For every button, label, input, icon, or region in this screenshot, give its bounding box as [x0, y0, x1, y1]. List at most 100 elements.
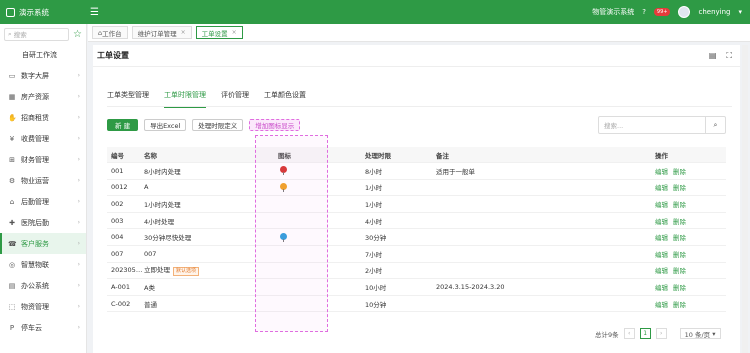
- cell-actions: 编辑 删除: [655, 199, 726, 209]
- sidebar-item[interactable]: P 停车云 ›: [0, 317, 86, 338]
- sidebar-item[interactable]: ☎ 客户服务 ›: [0, 233, 86, 254]
- edit-link[interactable]: 编辑: [655, 168, 668, 176]
- close-icon[interactable]: ×: [181, 29, 186, 36]
- table-row[interactable]: 002 1小时内处理 1小时 编辑 删除: [107, 196, 726, 213]
- cell-icon: [278, 182, 365, 192]
- page-tab[interactable]: ⌂ 工作台: [92, 26, 128, 39]
- export-excel-button[interactable]: 导出Excel: [144, 119, 187, 131]
- add-icon-display-button[interactable]: 增加图标显示: [249, 119, 301, 131]
- sub-tab[interactable]: 工单颜色设置: [264, 90, 306, 104]
- favorite-star-icon[interactable]: ☆: [73, 29, 82, 40]
- edit-link[interactable]: 编辑: [655, 234, 668, 242]
- sidebar-item[interactable]: ▦ 房产资源 ›: [0, 86, 86, 107]
- edit-link[interactable]: 编辑: [655, 184, 668, 192]
- fullscreen-icon[interactable]: ⛶: [726, 51, 732, 61]
- sidebar-item[interactable]: 自研工作流: [0, 44, 86, 65]
- edit-link[interactable]: 编辑: [655, 201, 668, 209]
- table-row[interactable]: 202305… 立即处理 默认选项 2小时 编辑 删除: [107, 263, 726, 280]
- chevron-right-icon: ›: [77, 114, 80, 121]
- page-1-button[interactable]: 1: [639, 328, 651, 339]
- close-icon[interactable]: ×: [232, 29, 237, 36]
- table-row[interactable]: 001 8小时内处理 8小时 适用于一般单 编辑 删除: [107, 163, 726, 180]
- sub-tab[interactable]: 评价管理: [221, 90, 249, 104]
- sidebar-item-label: 招商租赁: [21, 113, 49, 122]
- chevron-right-icon: ›: [77, 198, 80, 205]
- sidebar-item[interactable]: ⊞ 财务管理 ›: [0, 149, 86, 170]
- prev-page-button[interactable]: ‹: [623, 328, 635, 339]
- sidebar-item[interactable]: ⚙ 物业运营 ›: [0, 170, 86, 191]
- table-row[interactable]: 0012 A 1小时 编辑 删除: [107, 180, 726, 197]
- sub-tab[interactable]: 工单时限管理: [164, 90, 206, 108]
- edit-link[interactable]: 编辑: [655, 218, 668, 226]
- table-search-input[interactable]: 搜索...: [599, 120, 705, 130]
- search-icon[interactable]: ⌕: [705, 117, 725, 133]
- edit-link[interactable]: 编辑: [655, 284, 668, 292]
- menu-toggle-icon[interactable]: ☰: [90, 7, 99, 18]
- table-row[interactable]: 003 4小时处理 4小时 编辑 删除: [107, 213, 726, 230]
- avatar[interactable]: [678, 6, 691, 18]
- sidebar-item[interactable]: ▭ 数字大屏 ›: [0, 65, 86, 86]
- edit-link[interactable]: 编辑: [655, 251, 668, 259]
- page-tab[interactable]: 维护订单管理 ×: [131, 26, 192, 39]
- page-tab[interactable]: 工单设置 ×: [195, 26, 243, 39]
- sidebar-item[interactable]: ⬚ 物资管理 ›: [0, 296, 86, 317]
- delete-link[interactable]: 删除: [673, 168, 686, 176]
- cell-icon: [278, 166, 365, 176]
- main-panel: 工单设置 ▤ ⛶ 工单类型管理 工单时限管理 评价管理 工单颜色设置 新 建 导出Ex…: [93, 45, 740, 353]
- delete-link[interactable]: 删除: [673, 267, 686, 275]
- cell-name: 007: [144, 250, 278, 258]
- edit-link[interactable]: 编辑: [655, 267, 668, 275]
- chevron-right-icon: ›: [77, 135, 80, 142]
- delete-link[interactable]: 删除: [673, 201, 686, 209]
- sub-tab[interactable]: 工单类型管理: [107, 90, 149, 104]
- cell-code: 0012: [111, 183, 128, 192]
- sidebar-search-input[interactable]: ⌕ 搜索: [4, 27, 70, 41]
- sidebar-item[interactable]: ◎ 智慧物联 ›: [0, 254, 86, 275]
- help-icon[interactable]: ?: [642, 8, 646, 16]
- delete-link[interactable]: 删除: [673, 218, 686, 226]
- chevron-down-icon[interactable]: ▾: [738, 8, 742, 16]
- cell-limit: 4小时: [365, 217, 383, 226]
- cell-actions: 编辑 删除: [655, 282, 726, 292]
- divider: [107, 106, 732, 107]
- next-page-button[interactable]: ›: [655, 328, 667, 339]
- sidebar-item[interactable]: ▤ 办公系统 ›: [0, 275, 86, 296]
- sidebar-item-label: 数字大屏: [21, 71, 49, 80]
- table-row[interactable]: 007 007 7小时 编辑 删除: [107, 246, 726, 263]
- scrollbar[interactable]: [742, 45, 748, 353]
- page-size-select[interactable]: 10 条/页 ▾: [679, 328, 721, 339]
- delete-link[interactable]: 删除: [673, 234, 686, 242]
- user-name[interactable]: chenying: [698, 8, 730, 16]
- cell-name-text: A: [144, 183, 149, 192]
- sidebar-item[interactable]: ¥ 收费管理 ›: [0, 128, 86, 149]
- cell-actions: 编辑 删除: [655, 216, 726, 226]
- sidebar-item[interactable]: ⌂ 后勤管理 ›: [0, 191, 86, 212]
- cell-limit: 1小时: [365, 200, 383, 209]
- cell-name-text: 007: [144, 249, 157, 258]
- tab-label: 工作台: [102, 29, 122, 38]
- define-limit-button[interactable]: 处理时限定义: [192, 119, 244, 131]
- edit-link[interactable]: 编辑: [655, 301, 668, 309]
- delete-link[interactable]: 删除: [673, 184, 686, 192]
- table-row[interactable]: C-002 普通 10分钟 编辑 删除: [107, 296, 726, 313]
- export-doc-icon[interactable]: ▤: [709, 51, 717, 61]
- tab-strip: ⌂ 工作台 维护订单管理 × 工单设置 ×: [88, 24, 750, 42]
- sidebar-item-label: 智慧物联: [21, 260, 49, 269]
- delete-link[interactable]: 删除: [673, 284, 686, 292]
- screen-icon: ▭: [8, 71, 16, 80]
- sidebar-menu: 自研工作流 ▭ 数字大屏 › ▦ 房产资源 › ✋ 招商租赁 › ¥ 收费管理 › ⊞ 财务管理 › ⚙ 物业运营…: [0, 44, 86, 338]
- cell-code: 202305…: [111, 266, 143, 275]
- page-header: 工单设置 ▤ ⛶: [93, 45, 740, 67]
- sidebar-item[interactable]: ✋ 招商租赁 ›: [0, 107, 86, 128]
- table-row[interactable]: A-001 A类 10小时 2024.3.15-2024.3.20 编辑 删除: [107, 279, 726, 296]
- delete-link[interactable]: 删除: [673, 301, 686, 309]
- cell-code: 003: [111, 216, 124, 225]
- chevron-right-icon: ›: [77, 261, 80, 268]
- org-name[interactable]: 物管演示系统: [592, 7, 634, 17]
- new-button[interactable]: 新 建: [107, 119, 139, 131]
- table-row[interactable]: 004 30分钟尽快处理 30分钟 编辑 删除: [107, 229, 726, 246]
- customer-service-icon: ☎: [8, 239, 17, 248]
- delete-link[interactable]: 删除: [673, 251, 686, 259]
- sidebar-item[interactable]: ✚ 医院后勤 ›: [0, 212, 86, 233]
- notification-badge[interactable]: 99+: [653, 8, 671, 16]
